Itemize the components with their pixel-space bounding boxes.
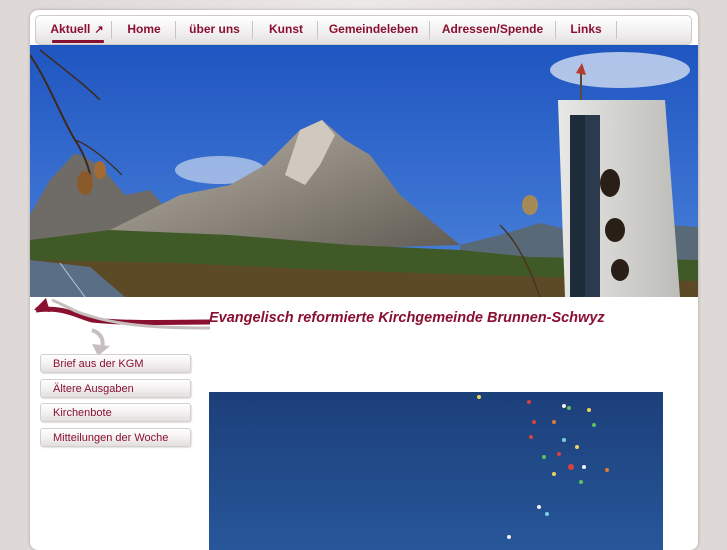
nav-item-label: Gemeindeleben: [328, 22, 419, 36]
nav-item-home[interactable]: Home: [112, 16, 176, 44]
balloons-sky-image: [209, 392, 663, 550]
sidebar-item-kirchenbote[interactable]: Kirchenbote: [40, 403, 191, 422]
sidebar-item-label: Brief aus der KGM: [53, 358, 144, 370]
page-container: Aktuell ↗ Home über uns Kunst Gemeindeleb…: [30, 10, 698, 550]
site-title: Evangelisch reformierte Kirchgemeinde Br…: [209, 310, 605, 326]
nav-item-gemeindeleben[interactable]: Gemeindeleben: [318, 16, 429, 44]
nav-item-label: Links: [570, 22, 602, 36]
balloons-photo: [209, 392, 663, 550]
nav-item-label: Adressen/Spende: [441, 22, 544, 36]
nav-item-label: über uns: [189, 22, 240, 36]
nav-item-label: Aktuell: [50, 22, 91, 36]
nav-item-aktuell[interactable]: Aktuell ↗: [46, 16, 108, 44]
nav-item-kunst[interactable]: Kunst: [253, 16, 319, 44]
nav-divider: [616, 21, 617, 39]
external-arrow-icon: ↗: [94, 24, 104, 36]
sidebar-item-label: Mitteilungen der Woche: [53, 432, 169, 444]
header-photo: [30, 45, 698, 297]
main-navigation: Aktuell ↗ Home über uns Kunst Gemeindeleb…: [35, 15, 692, 45]
sidebar-item-label: Kirchenbote: [53, 407, 112, 419]
sidebar-item-brief-aus-der-kgm[interactable]: Brief aus der KGM: [40, 354, 191, 373]
sidebar-item-label: Ältere Ausgaben: [53, 383, 134, 395]
sidebar-item-mitteilungen-der-woche[interactable]: Mitteilungen der Woche: [40, 428, 191, 447]
active-tab-indicator: [52, 40, 104, 43]
nav-item-links[interactable]: Links: [556, 16, 616, 44]
nav-item-label: Kunst: [269, 22, 303, 36]
nav-item-label: Home: [127, 22, 161, 36]
nav-item-ueber-uns[interactable]: über uns: [176, 16, 253, 44]
nav-item-adressen-spende[interactable]: Adressen/Spende: [430, 16, 555, 44]
church-logo-swoosh: [34, 298, 211, 356]
sidebar-item-aeltere-ausgaben[interactable]: Ältere Ausgaben: [40, 379, 191, 398]
mountain-landscape-image: [30, 45, 698, 297]
